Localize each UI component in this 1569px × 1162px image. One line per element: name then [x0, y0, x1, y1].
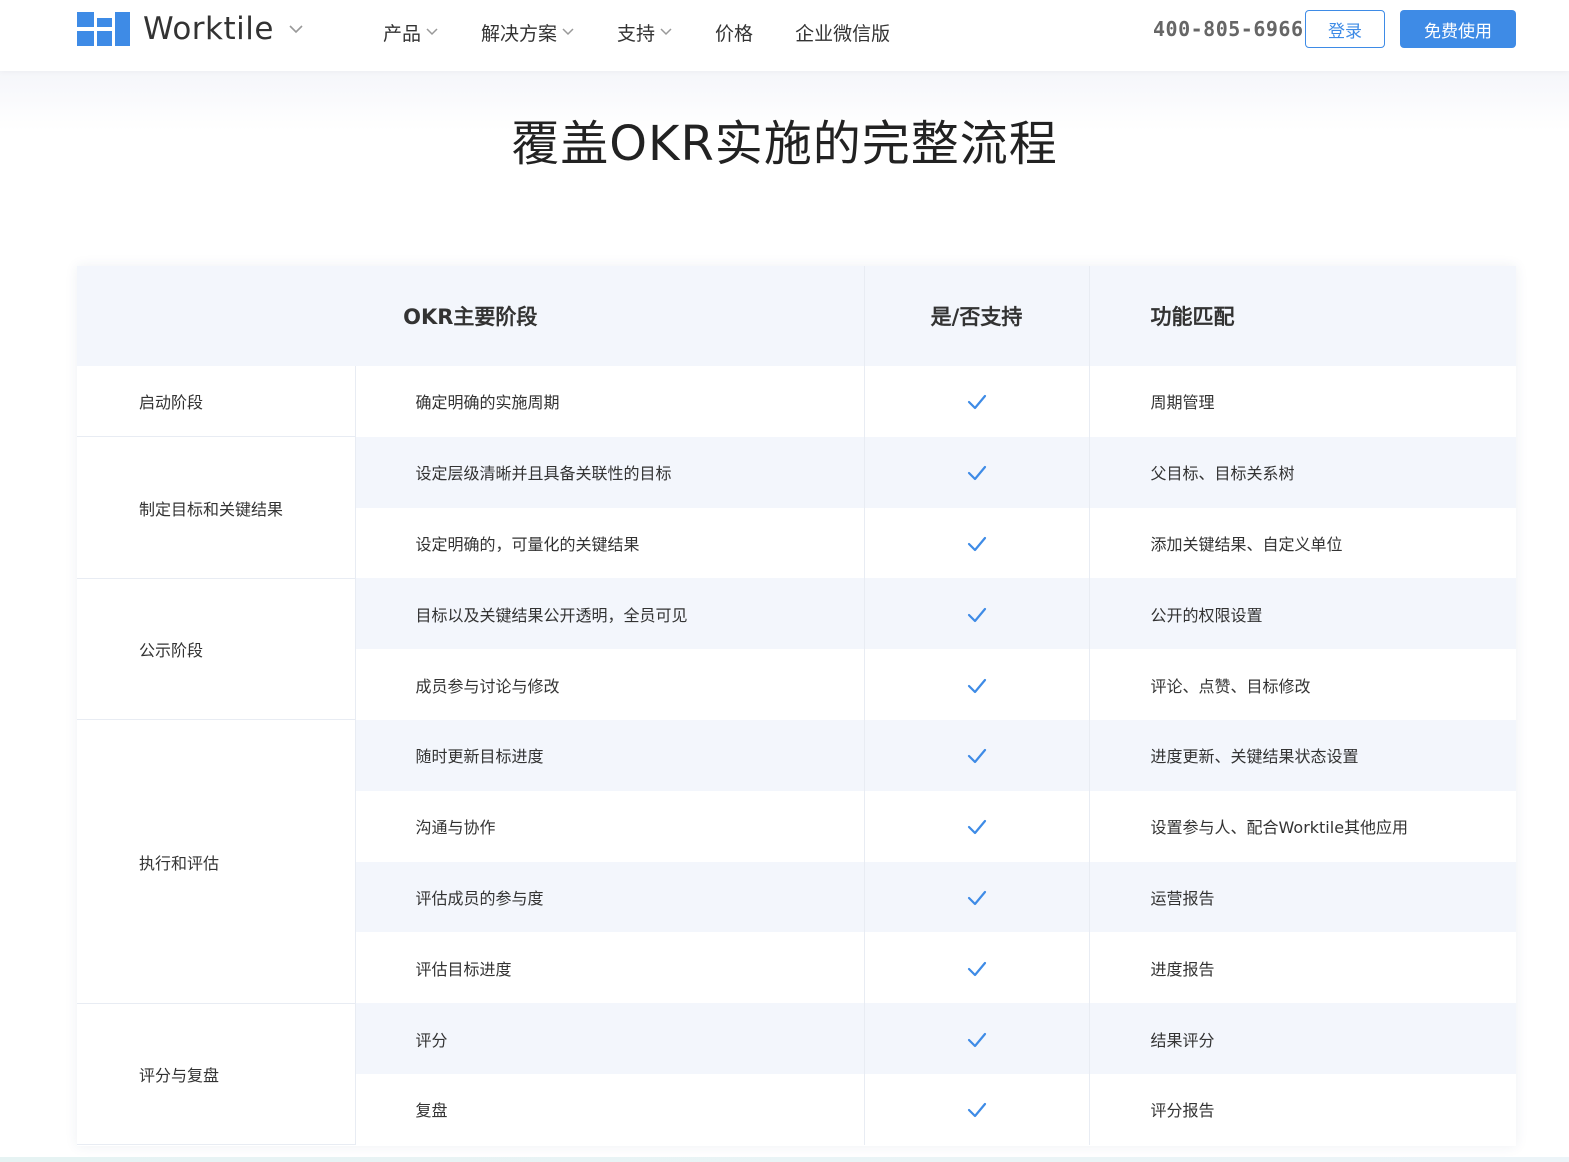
- chevron-down-icon: [562, 28, 574, 36]
- feature-cell: 添加关键结果、自定义单位: [1150, 534, 1343, 554]
- feature-cell: 周期管理: [1150, 393, 1215, 413]
- support-cell: [864, 719, 1090, 791]
- nav-item-wechat-edition[interactable]: 企业微信版: [795, 19, 890, 46]
- nav-label: 企业微信版: [795, 22, 891, 45]
- feature-cell: 设置参与人、配合Worktile其他应用: [1150, 818, 1409, 838]
- okr-process-table: OKR主要阶段 是/否支持 功能匹配 启动阶段 确定明确的实施周期 周期管理制定目标…: [77, 266, 1517, 1146]
- okr-step-cell: 目标以及关键结果公开透明，全员可见: [355, 578, 865, 650]
- okr-step-cell: 评分: [355, 1003, 865, 1074]
- stage-cell: 执行和评估: [77, 719, 356, 1004]
- feature-cell: 结果评分: [1089, 1003, 1517, 1074]
- support-cell: [864, 1073, 1090, 1145]
- page-bottom-divider: [0, 1157, 1569, 1162]
- feature-cell: 评分报告: [1150, 1101, 1215, 1121]
- checkmark-icon: [967, 1029, 987, 1048]
- checkmark-icon: [967, 604, 987, 623]
- nav-item-support[interactable]: 支持: [617, 19, 673, 46]
- page-title: 覆盖OKR实施的完整流程: [511, 116, 1058, 172]
- checkmark-icon: [967, 533, 987, 552]
- brand-name: Worktile: [143, 11, 274, 47]
- header-okr-stage: OKR主要阶段: [77, 266, 865, 366]
- worktile-logo-icon: [77, 12, 130, 46]
- site-header: Worktile 产品 解决方案 支持 价格 企业微信版 400-805-696…: [0, 0, 1569, 71]
- feature-cell: 运营报告: [1089, 861, 1517, 933]
- support-cell: [864, 649, 1090, 720]
- okr-step-cell: 评估成员的参与度: [355, 861, 865, 933]
- feature-cell: 进度更新、关键结果状态设置: [1089, 719, 1517, 791]
- nav-item-pricing[interactable]: 价格: [715, 19, 753, 46]
- table-row: 启动阶段 确定明确的实施周期 周期管理: [77, 366, 1516, 438]
- nav-label: 解决方案: [481, 22, 558, 45]
- feature-cell: 进度报告: [1150, 959, 1215, 979]
- brand-logo[interactable]: Worktile: [77, 11, 304, 47]
- stage-cell: 启动阶段: [77, 366, 356, 438]
- login-button[interactable]: 登录: [1305, 10, 1385, 48]
- table-header-row: OKR主要阶段 是/否支持 功能匹配: [77, 266, 1517, 366]
- table-row: 公示阶段 目标以及关键结果公开透明，全员可见 公开的权限设置: [77, 578, 1517, 721]
- support-cell: [864, 790, 1090, 862]
- support-cell: [864, 861, 1090, 933]
- feature-cell: 评论、点赞、目标修改: [1150, 676, 1311, 696]
- free-trial-button[interactable]: 免费使用: [1400, 10, 1516, 48]
- checkmark-icon: [967, 817, 987, 836]
- stage-cell: 公示阶段: [77, 578, 356, 721]
- stage-cell: 评分与复盘: [77, 1003, 356, 1146]
- chevron-down-icon: [660, 28, 672, 36]
- main-nav: 产品 解决方案 支持 价格 企业微信版: [383, 18, 932, 46]
- okr-step-cell: 评估目标进度: [355, 932, 865, 1004]
- okr-step-cell: 成员参与讨论与修改: [355, 649, 865, 720]
- nav-label: 价格: [715, 22, 754, 45]
- checkmark-icon: [967, 675, 987, 694]
- support-cell: [864, 366, 1090, 437]
- header-supported: 是/否支持: [864, 266, 1090, 366]
- okr-step-cell: 设定明确的，可量化的关键结果: [355, 507, 865, 579]
- support-cell: [864, 932, 1090, 1004]
- okr-step-cell: 沟通与协作: [355, 790, 865, 862]
- okr-step-cell: 复盘: [355, 1073, 865, 1145]
- table-row: 执行和评估 随时更新目标进度 进度更新、关键结果状态设置: [77, 719, 1517, 1004]
- checkmark-icon: [967, 392, 987, 411]
- okr-step-cell: 确定明确的实施周期: [355, 366, 865, 437]
- table-row: 评分与复盘 评分 结果评分: [77, 1003, 1517, 1146]
- okr-step-cell: 随时更新目标进度: [355, 719, 865, 791]
- feature-cell: 父目标、目标关系树: [1089, 436, 1517, 508]
- support-cell: [864, 1003, 1090, 1074]
- nav-label: 产品: [383, 22, 422, 45]
- checkmark-icon: [967, 746, 987, 765]
- table-row: 制定目标和关键结果 设定层级清晰并且具备关联性的目标 父目标、目标关系树: [77, 436, 1517, 579]
- nav-label: 支持: [617, 22, 656, 45]
- phone-number: 400-805-6966: [1153, 17, 1304, 41]
- support-cell: [864, 578, 1090, 650]
- chevron-down-icon[interactable]: [288, 21, 304, 37]
- checkmark-icon: [967, 1100, 987, 1119]
- support-cell: [864, 507, 1090, 579]
- feature-cell: 公开的权限设置: [1089, 578, 1517, 650]
- okr-step-cell: 设定层级清晰并且具备关联性的目标: [355, 436, 865, 508]
- chevron-down-icon: [426, 28, 438, 36]
- stage-cell: 制定目标和关键结果: [77, 436, 356, 579]
- header-feature-match: 功能匹配: [1089, 266, 1517, 366]
- nav-item-solutions[interactable]: 解决方案: [481, 19, 575, 46]
- checkmark-icon: [967, 958, 987, 977]
- checkmark-icon: [967, 463, 987, 482]
- checkmark-icon: [967, 887, 987, 906]
- nav-item-product[interactable]: 产品: [383, 19, 439, 46]
- support-cell: [864, 436, 1090, 508]
